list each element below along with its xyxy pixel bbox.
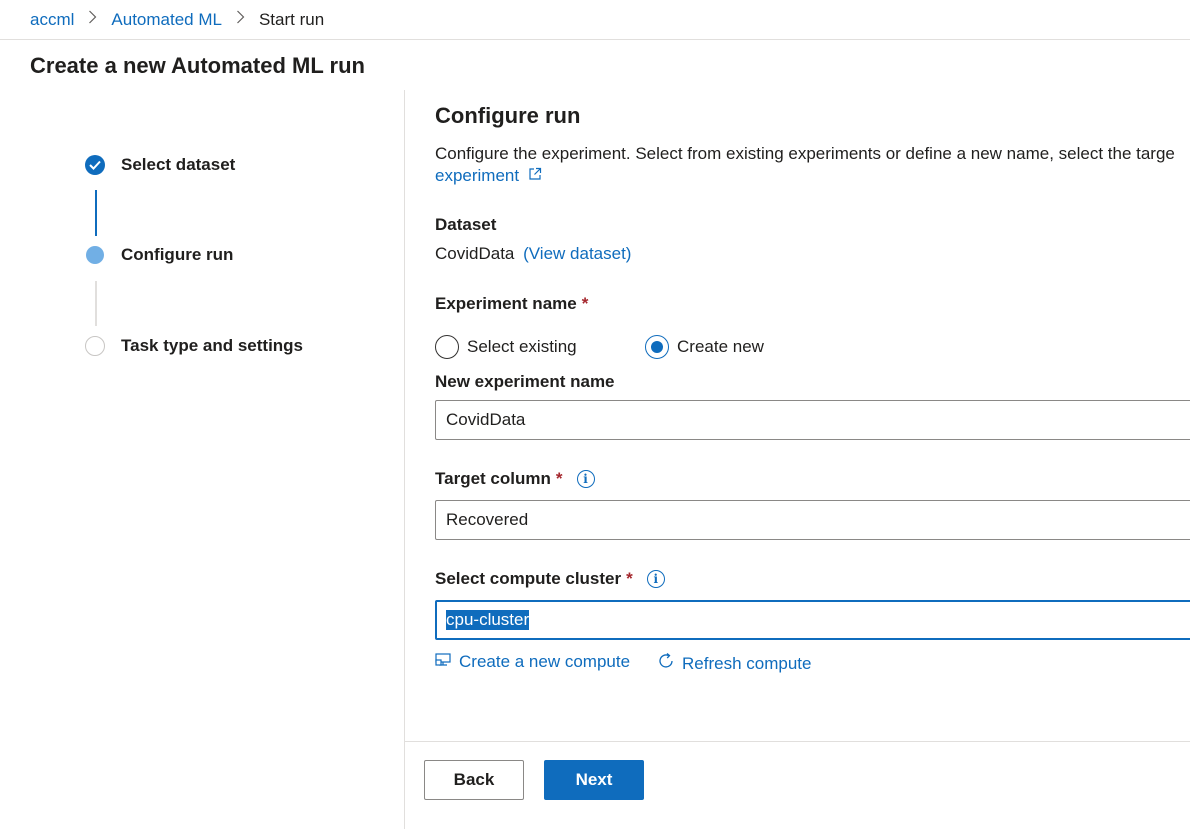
description-text: Configure the experiment. Select from ex… <box>435 144 1175 163</box>
create-compute-text: Create a new compute <box>459 652 631 671</box>
step-label: Task type and settings <box>121 336 304 355</box>
refresh-compute-link[interactable]: Refresh compute <box>657 652 811 675</box>
pending-step-dot-icon <box>85 336 105 356</box>
chevron-right-icon <box>236 10 245 29</box>
step-connector <box>95 281 97 326</box>
create-compute-link[interactable]: Create a new compute <box>435 652 630 672</box>
compute-cluster-label: Select compute cluster * i <box>435 569 665 589</box>
radio-checked-icon <box>645 335 669 359</box>
step-connector <box>95 190 97 236</box>
input-value: CovidData <box>446 410 526 429</box>
step-task-type[interactable]: Task type and settings <box>85 336 303 356</box>
refresh-icon <box>657 652 682 675</box>
breadcrumb-automated-ml-link[interactable]: Automated ML <box>111 10 222 30</box>
breadcrumb-workspace-link[interactable]: accml <box>30 10 74 30</box>
learn-more-link-text: experiment <box>435 166 520 185</box>
breadcrumb-current: Start run <box>258 9 325 29</box>
dataset-value-row: CovidData (View dataset) <box>435 244 631 264</box>
target-column-label: Target column * i <box>435 469 595 489</box>
new-experiment-name-label: New experiment name <box>435 372 615 392</box>
info-icon[interactable]: i <box>576 470 595 488</box>
back-button[interactable]: Back <box>424 760 524 800</box>
compute-cluster-dropdown[interactable]: cpu-cluster <box>435 600 1190 640</box>
experiment-name-label: Experiment name * <box>435 294 588 314</box>
radio-label: Create new <box>677 337 764 356</box>
panel-divider <box>404 90 405 829</box>
chevron-right-icon <box>88 10 97 29</box>
breadcrumb: accml Automated ML Start run <box>0 0 1190 40</box>
step-configure-run[interactable]: Configure run <box>85 245 233 265</box>
step-select-dataset[interactable]: Select dataset <box>85 155 235 175</box>
radio-select-existing[interactable]: Select existing <box>435 335 577 359</box>
checkmark-icon <box>85 155 105 175</box>
new-experiment-name-label-text: New experiment name <box>435 372 615 391</box>
refresh-compute-text: Refresh compute <box>682 653 812 673</box>
target-column-label-text: Target column <box>435 469 551 488</box>
next-button[interactable]: Next <box>544 760 644 800</box>
compute-cluster-label-text: Select compute cluster <box>435 569 622 588</box>
dataset-label: Dataset <box>435 215 496 235</box>
step-label: Select dataset <box>121 155 236 174</box>
page-title: Create a new Automated ML run <box>30 53 365 78</box>
section-description: Configure the experiment. Select from ex… <box>435 143 1175 187</box>
target-column-dropdown[interactable]: Recovered <box>435 500 1190 540</box>
radio-create-new[interactable]: Create new <box>645 335 764 359</box>
dropdown-value: cpu-cluster <box>446 610 530 630</box>
learn-more-link[interactable]: experiment <box>435 166 542 185</box>
dataset-value: CovidData <box>435 244 515 263</box>
footer-divider <box>405 741 1190 742</box>
section-title: Configure run <box>435 103 581 128</box>
external-link-icon <box>528 166 542 185</box>
required-asterisk: * <box>555 469 563 488</box>
info-icon[interactable]: i <box>646 570 665 588</box>
dropdown-value: Recovered <box>446 510 529 529</box>
radio-unchecked-icon <box>435 335 459 359</box>
step-label: Configure run <box>121 245 234 264</box>
required-asterisk: * <box>626 569 633 588</box>
view-dataset-link[interactable]: (View dataset) <box>523 244 631 263</box>
required-asterisk: * <box>581 294 589 313</box>
dataset-label-text: Dataset <box>435 215 497 234</box>
compute-icon <box>435 652 459 672</box>
radio-label: Select existing <box>467 337 577 356</box>
current-step-dot-icon <box>86 246 104 264</box>
new-experiment-name-input[interactable]: CovidData <box>435 400 1190 440</box>
experiment-name-label-text: Experiment name <box>435 294 577 313</box>
